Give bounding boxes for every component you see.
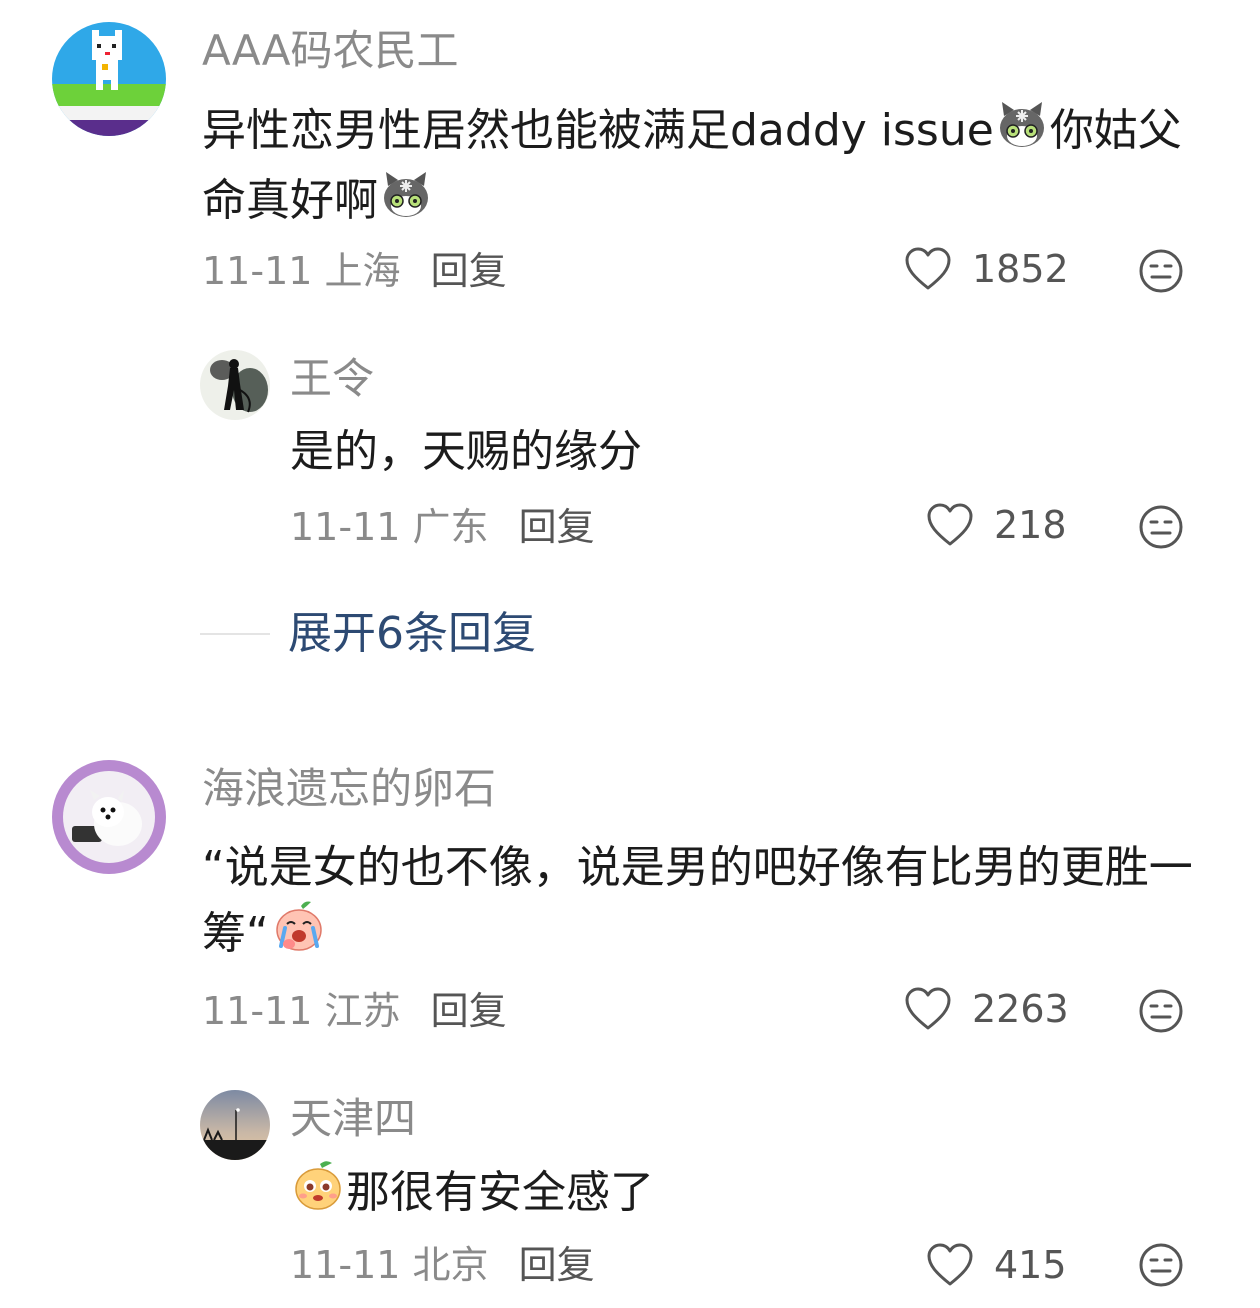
like-count: 1852 [972, 247, 1069, 291]
like-button[interactable]: 415 [926, 1242, 1067, 1288]
dislike-button[interactable] [1138, 248, 1184, 298]
username[interactable]: AAA码农民工 [202, 30, 459, 72]
like-button[interactable]: 218 [926, 502, 1067, 548]
avatar[interactable] [52, 760, 166, 874]
comment-text: 异性恋男性居然也能被满足daddy issue 你姑父命真好啊 [202, 98, 1202, 238]
ink-painting-avatar-icon [200, 350, 270, 420]
heart-outline-icon [927, 1243, 973, 1286]
reply-button[interactable]: 回复 [431, 989, 507, 1033]
meh-face-icon [1139, 249, 1183, 293]
like-count: 2263 [972, 987, 1069, 1031]
reply-location: 广东 [412, 505, 489, 549]
meh-face-icon [1139, 505, 1183, 549]
reply-meta: 11-11 北京 回复 [290, 1246, 595, 1284]
comment-text-part-1: “说是女的也不像，说是男的吧好像有比男的更胜一筹“ [202, 842, 1193, 959]
dusk-sky-avatar-icon [200, 1090, 270, 1160]
white-dog-avatar-icon [52, 760, 166, 874]
heart-outline-icon [927, 503, 973, 546]
heart-outline-icon [905, 987, 951, 1030]
reply-button[interactable]: 回复 [519, 1243, 595, 1287]
username[interactable]: 天津四 [290, 1098, 416, 1140]
dislike-button[interactable] [1138, 988, 1184, 1038]
comment-date: 11-11 [202, 989, 313, 1033]
reply-location: 北京 [412, 1243, 489, 1287]
dislike-button[interactable] [1138, 504, 1184, 554]
crying-peach-emoji-icon [271, 900, 327, 972]
reply-date: 11-11 [290, 1243, 401, 1287]
reply-text: 那很有安全感了 [290, 1160, 654, 1230]
peach-face-emoji-icon [292, 1160, 344, 1230]
reply-date: 11-11 [290, 505, 401, 549]
username[interactable]: 海浪遗忘的卵石 [202, 768, 496, 810]
reply-text: 是的，天赐的缘分 [290, 426, 642, 477]
like-count: 415 [994, 1243, 1067, 1287]
gray-cat-emoji-icon [996, 98, 1048, 168]
like-button[interactable]: 1852 [904, 246, 1069, 292]
comment-meta: 11-11 上海 回复 [202, 252, 507, 290]
gray-cat-emoji-icon [380, 168, 432, 238]
divider [200, 633, 270, 635]
comment-meta: 11-11 江苏 回复 [202, 992, 507, 1030]
like-count: 218 [994, 503, 1067, 547]
heart-outline-icon [905, 247, 951, 290]
meh-face-icon [1139, 989, 1183, 1033]
avatar[interactable] [200, 350, 270, 420]
reply-button[interactable]: 回复 [431, 249, 507, 293]
meh-face-icon [1139, 1243, 1183, 1287]
avatar[interactable] [52, 22, 166, 136]
pixel-cat-avatar-icon [52, 22, 166, 136]
expand-replies-label: 展开6条回复 [288, 608, 536, 659]
reply-text-body: 那很有安全感了 [346, 1167, 654, 1218]
reply-button[interactable]: 回复 [519, 505, 595, 549]
avatar[interactable] [200, 1090, 270, 1160]
reply-meta: 11-11 广东 回复 [290, 508, 595, 546]
expand-replies-link[interactable]: 展开6条回复 [200, 612, 536, 656]
comment-date: 11-11 [202, 249, 313, 293]
comment-text: “说是女的也不像，说是男的吧好像有比男的更胜一筹“ [202, 836, 1202, 972]
like-button[interactable]: 2263 [904, 986, 1069, 1032]
dislike-button[interactable] [1138, 1242, 1184, 1292]
username[interactable]: 王令 [290, 358, 374, 400]
comment-location: 江苏 [324, 989, 401, 1033]
comment-location: 上海 [324, 249, 401, 293]
comment-text-part-1: 异性恋男性居然也能被满足daddy issue [202, 105, 994, 156]
